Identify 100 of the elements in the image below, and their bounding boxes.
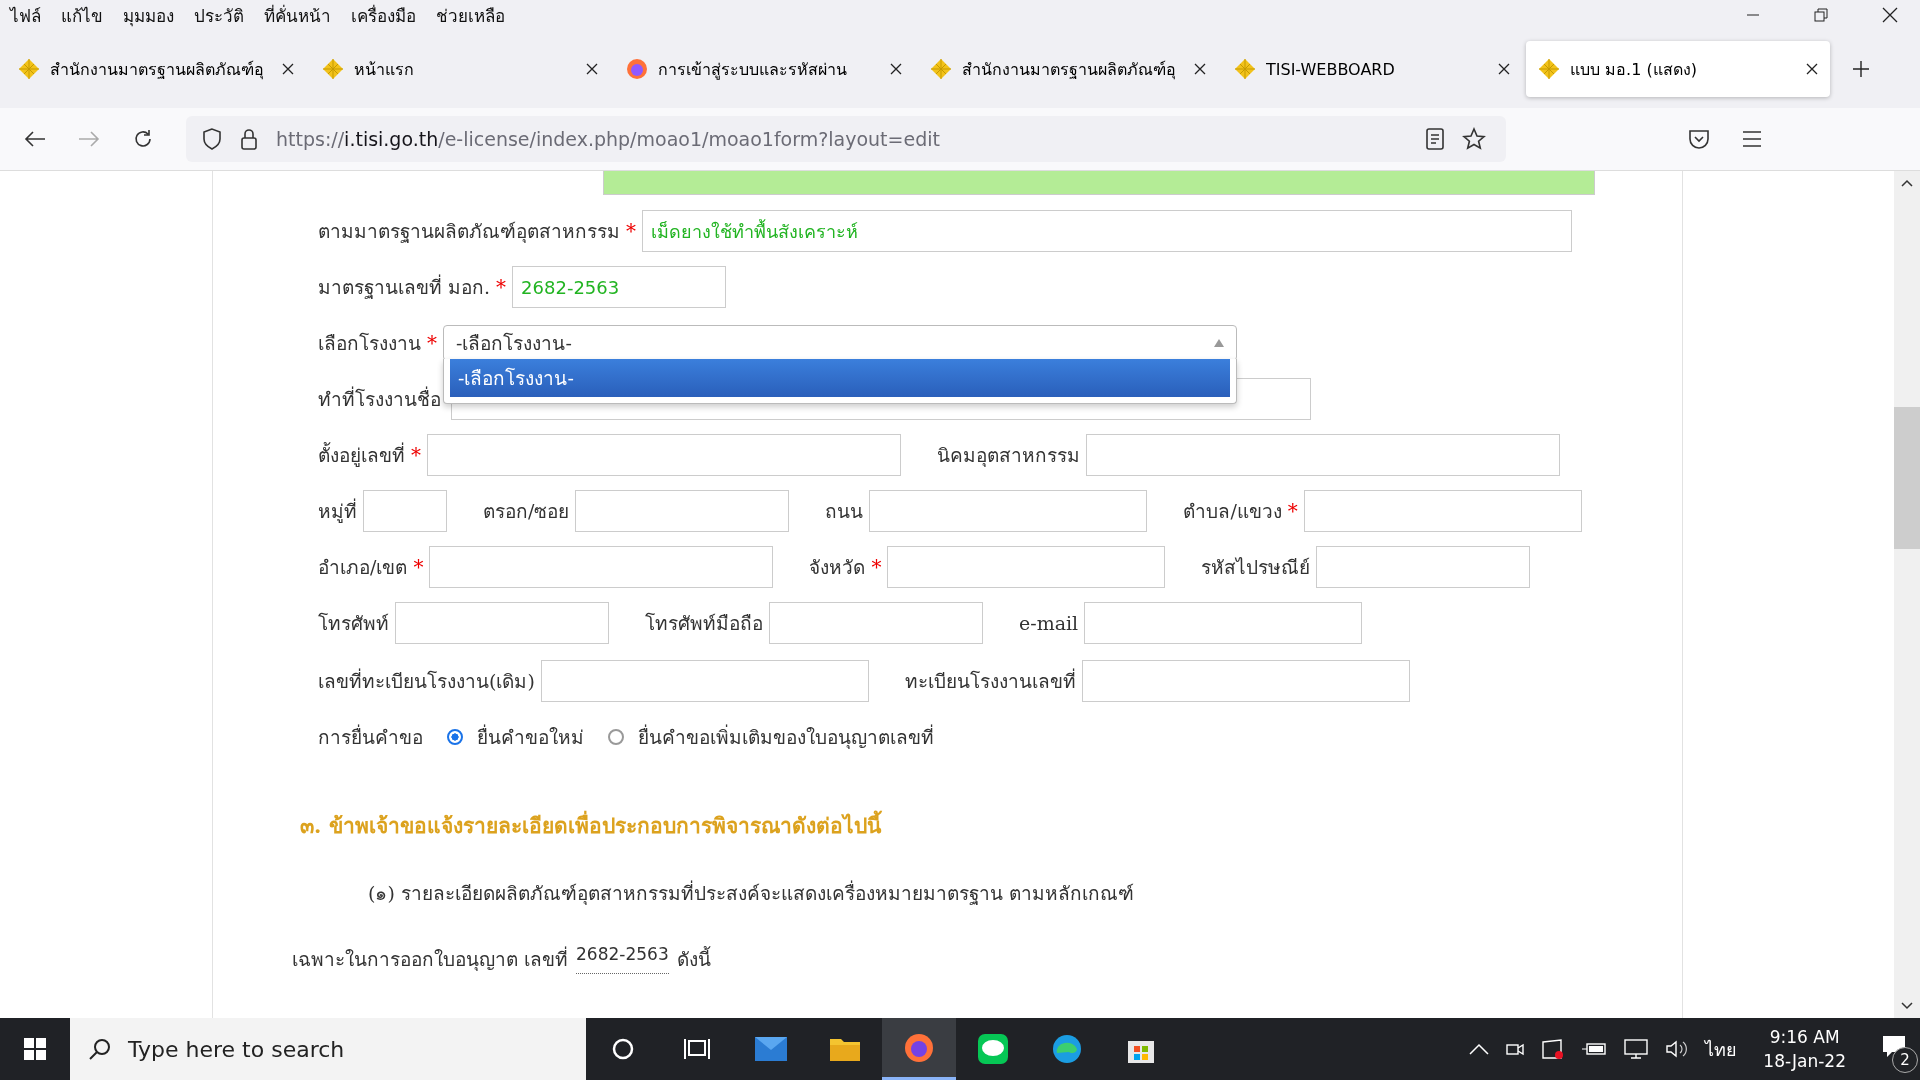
text-field[interactable] [1081, 660, 1410, 702]
close-tab-icon[interactable] [1498, 63, 1510, 75]
field-label: ตั้งอยู่เลขที่ [318, 441, 405, 469]
close-tab-icon[interactable] [1806, 63, 1818, 75]
diamond-logo-icon [930, 58, 952, 80]
field-label: อำเภอ/เขต [318, 555, 408, 580]
text-field[interactable] [540, 660, 869, 702]
field-label: หมู่ที่ [318, 497, 357, 525]
text-field[interactable] [1303, 490, 1582, 532]
restore-icon[interactable] [1814, 8, 1828, 22]
battery-icon[interactable] [1581, 1041, 1608, 1057]
close-tab-icon[interactable] [282, 63, 294, 75]
scrollbar[interactable] [1894, 171, 1920, 1018]
text-field[interactable] [429, 546, 774, 588]
menu-item[interactable]: แก้ไข [61, 1, 103, 29]
browser-tab[interactable]: สำนักงานมาตรฐานผลิตภัณฑ์อุ [6, 41, 306, 97]
required-mark: * [496, 275, 507, 299]
text-field[interactable] [869, 490, 1148, 532]
chevron-up-icon[interactable] [1469, 1043, 1490, 1055]
required-mark: * [871, 555, 882, 579]
text-field[interactable] [363, 490, 447, 532]
paragraph: (๑) รายละเอียดผลิตภัณฑ์อุตสาหกรรมที่ประสงค์จะแสดงเครื่องหมายมาตรฐาน ตามหลักเกณฑ์ [368, 879, 1135, 907]
new-tab-icon[interactable] [1852, 60, 1870, 78]
field-label: ทำที่โรงงานชื่อ [318, 385, 441, 412]
menu-item[interactable]: มุมมอง [123, 1, 174, 29]
browser-tab[interactable]: สำนักงานมาตรฐานผลิตภัณฑ์อุ [918, 41, 1218, 97]
search-icon [88, 1037, 112, 1061]
scroll-down-icon[interactable] [1901, 1002, 1913, 1010]
url-text: https://i.tisi.go.th/e-license/index.php/moao1/moao1form?layout=edit [276, 128, 940, 150]
license-text: ดังนี้ [676, 945, 711, 972]
text-field[interactable] [887, 546, 1166, 588]
sync-icon[interactable] [1541, 1038, 1566, 1060]
text-field[interactable] [1316, 546, 1531, 588]
browser-tab[interactable]: TISI-WEBBOARD [1222, 41, 1522, 97]
text-field[interactable] [427, 434, 901, 476]
diamond-logo-icon [1538, 58, 1560, 80]
menu-icon[interactable] [1742, 130, 1762, 148]
menu-item[interactable]: ไฟล์ [10, 1, 41, 29]
reload-icon[interactable] [132, 128, 154, 150]
license-number: 2682-2563 [576, 944, 669, 974]
browser-tab[interactable]: แบบ มอ.1 (แสดง) [1526, 41, 1830, 97]
field-label: โทรศัพท์มือถือ [645, 611, 763, 636]
browser-icon [626, 58, 648, 80]
back-icon[interactable] [24, 130, 46, 148]
required-mark: * [413, 555, 424, 579]
radio-button[interactable] [608, 729, 624, 745]
clock-time[interactable]: 9:16 AM [1769, 1027, 1840, 1047]
browser-tab[interactable]: หน้าแรก [310, 41, 610, 97]
shield-icon [202, 128, 222, 150]
close-tab-icon[interactable] [890, 63, 902, 75]
close-icon[interactable] [1882, 7, 1898, 23]
close-tab-icon[interactable] [586, 63, 598, 75]
text-field[interactable] [1086, 434, 1560, 476]
select-field[interactable]: -เลือกโรงงาน- [443, 325, 1237, 361]
caret-icon [1214, 339, 1224, 347]
field-label: เลขที่ทะเบียนโรงงาน(เดิม) [318, 667, 535, 694]
windows-start-icon[interactable] [24, 1038, 46, 1060]
scrollbar-thumb[interactable] [1894, 407, 1920, 549]
field-label: นิคมอุตสาหกรรม [937, 443, 1080, 469]
reader-view-icon[interactable] [1426, 128, 1444, 150]
radio-button[interactable] [447, 729, 463, 745]
menu-item[interactable]: ประวัติ [194, 1, 244, 29]
text-field[interactable] [1084, 602, 1363, 644]
section-heading: ๓. ข้าพเจ้าขอแจ้งรายละเอียดเพื่อประกอบการพิจารณาดังต่อไปนี้ [300, 809, 1682, 842]
field-label: การยื่นคำขอ [318, 723, 423, 750]
star-icon[interactable] [1462, 127, 1486, 151]
text-field[interactable] [395, 602, 609, 644]
scroll-up-icon[interactable] [1901, 179, 1913, 187]
field-label: ตำบล/แขวง [1183, 499, 1282, 524]
license-text: เฉพาะในการออกใบอนุญาต เลขที่ [292, 945, 569, 973]
chat-app-icon [975, 1033, 1011, 1065]
browser-tab[interactable]: การเข้าสู่ระบบและรหัสผ่าน [614, 41, 914, 97]
field-label: ตามมาตรฐานผลิตภัณฑ์อุตสาหกรรม [318, 219, 620, 245]
menu-item[interactable]: ที่คั่นหน้า [264, 1, 331, 29]
menu-item[interactable]: เครื่องมือ [351, 1, 416, 29]
menu-item[interactable]: ช่วยเหลือ [436, 1, 505, 29]
taskbar-search-field[interactable]: Type here to search [70, 1018, 586, 1080]
required-mark: * [1287, 499, 1298, 523]
text-field[interactable] [769, 602, 983, 644]
address-bar[interactable]: https://i.tisi.go.th/e-license/index.php/moao1/moao1form?layout=edit [186, 116, 1506, 162]
dropdown-option[interactable]: -เลือกโรงงาน- [450, 359, 1230, 397]
field-label: ทะเบียนโรงงานเลขที่ [904, 667, 1076, 694]
language-indicator[interactable]: ไทย [1705, 1034, 1738, 1064]
notification-count: 2 [1892, 1047, 1918, 1073]
pocket-icon[interactable] [1688, 128, 1710, 150]
lock-icon [240, 128, 258, 150]
field-label: มาตรฐานเลขที่ มอก. [318, 273, 491, 301]
clock-date[interactable]: 18-Jan-22 [1763, 1051, 1846, 1071]
field-label: จังหวัด [809, 555, 866, 580]
radio-label: ยื่นคำขอใหม่ [477, 723, 584, 750]
text-field[interactable] [575, 490, 790, 532]
field-label: ถนน [825, 499, 864, 524]
close-tab-icon[interactable] [1194, 63, 1206, 75]
field-label: โทรศัพท์ [318, 611, 389, 636]
diamond-logo-icon [1234, 58, 1256, 80]
radio-label: ยื่นคำขอเพิ่มเติมของใบอนุญาตเลขที่ [638, 723, 934, 751]
required-mark: * [427, 331, 437, 355]
monitor-icon[interactable] [1623, 1038, 1650, 1060]
diamond-logo-icon [322, 58, 344, 80]
speaker-icon[interactable] [1665, 1039, 1690, 1059]
